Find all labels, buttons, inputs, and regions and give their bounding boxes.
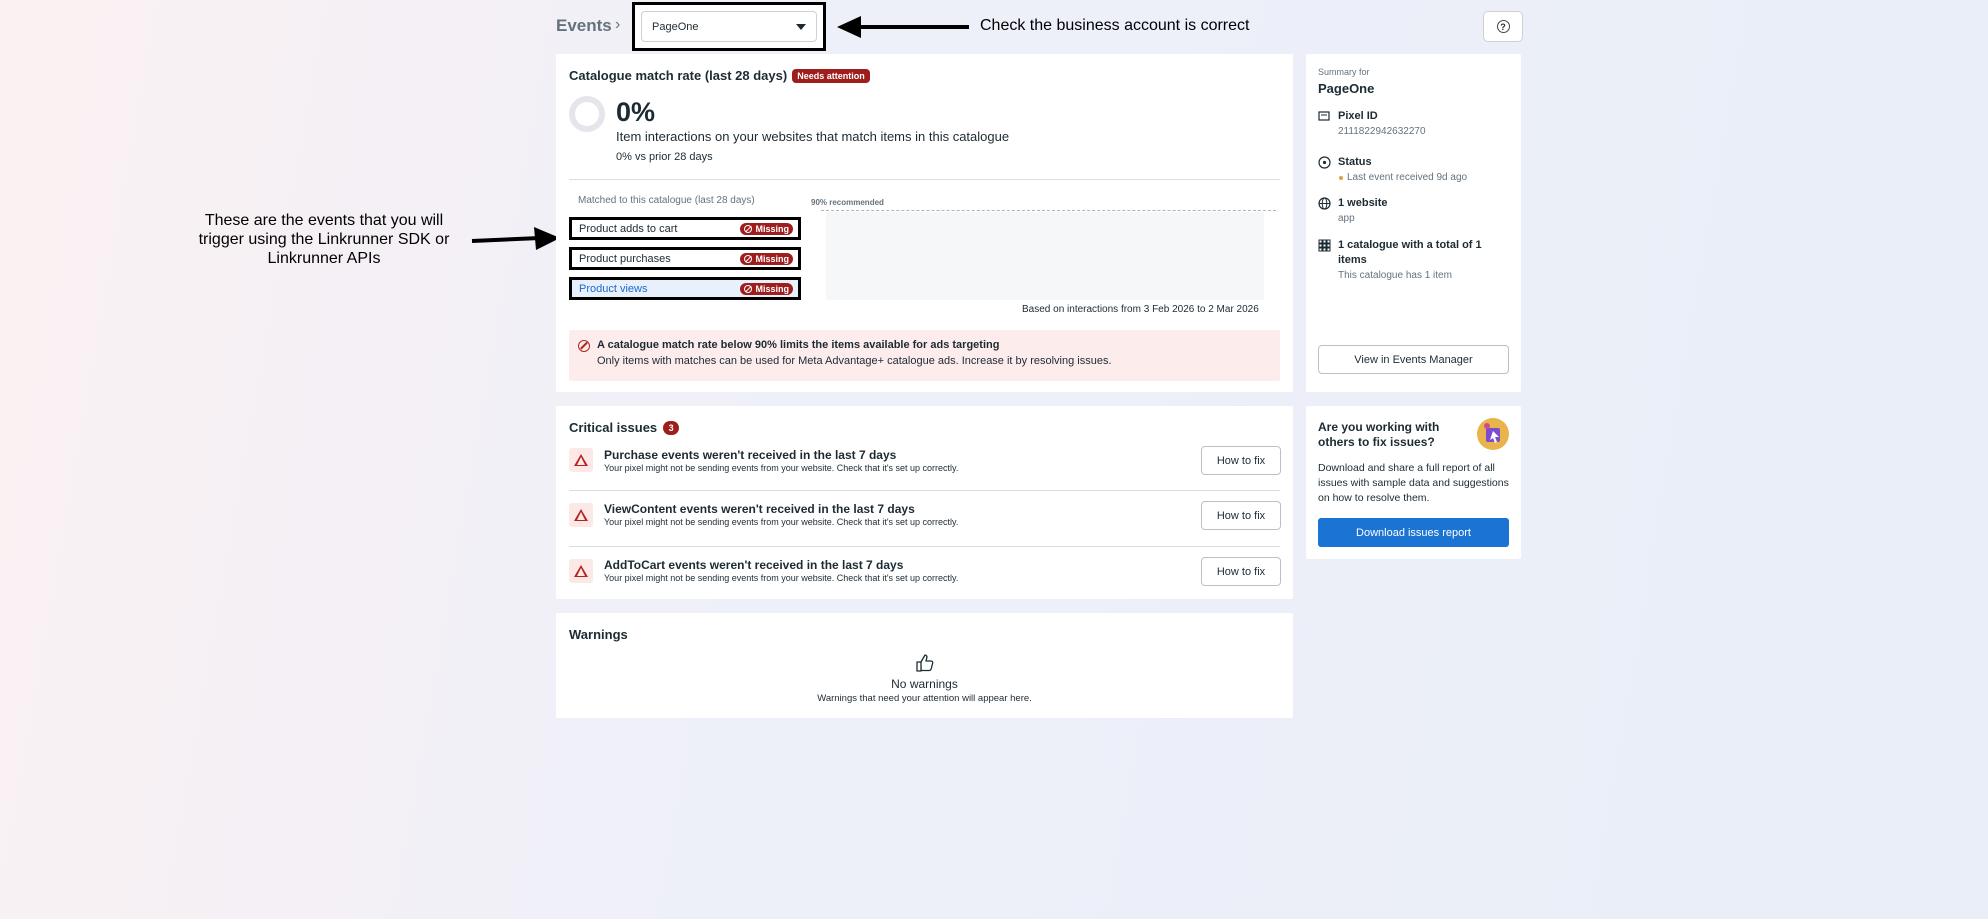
status-badge: Missing xyxy=(740,252,793,265)
help-button[interactable]: ? xyxy=(1483,11,1523,42)
based-on-text: Based on interactions from 3 Feb 2026 to… xyxy=(1022,304,1259,315)
event-row-purchases[interactable]: Product purchases Missing xyxy=(569,247,801,270)
catalogue-value: This catalogue has 1 item xyxy=(1338,270,1452,281)
match-chart-area xyxy=(826,212,1264,300)
account-selector-value: PageOne xyxy=(652,20,699,33)
needs-attention-badge: Needs attention xyxy=(792,68,870,83)
match-alert: A catalogue match rate below 90% limits … xyxy=(569,330,1280,381)
summary-name: PageOne xyxy=(1318,81,1375,96)
divider xyxy=(569,179,1280,180)
issue-desc: Your pixel might not be sending events f… xyxy=(604,517,959,527)
warning-icon xyxy=(569,448,593,472)
summary-label: Summary for xyxy=(1318,67,1370,77)
website-value: app xyxy=(1338,213,1355,224)
critical-issues-card: Critical issues 3 Purchase events weren'… xyxy=(556,406,1293,599)
divider xyxy=(569,546,1280,547)
divider xyxy=(569,490,1280,491)
recommended-line xyxy=(821,210,1276,211)
issues-count-badge: 3 xyxy=(663,420,680,435)
help-title: Are you working with others to fix issue… xyxy=(1318,420,1440,449)
catalogue-match-card: Catalogue match rate (last 28 days) Need… xyxy=(556,54,1293,392)
annotation-arrow-icon xyxy=(471,227,560,250)
status-label: Status xyxy=(1338,156,1372,168)
status-value: Last event received 9d ago xyxy=(1347,172,1468,183)
catalogue-label: 1 catalogue with a total of 1 items xyxy=(1338,239,1482,266)
annotation-account-text: Check the business account is correct xyxy=(980,17,1250,34)
status-label: Missing xyxy=(755,253,789,264)
pixel-id: 2111822942632270 xyxy=(1338,126,1426,137)
summary-card: Summary for PageOne Pixel ID 21118229426… xyxy=(1306,54,1521,392)
no-warnings-body: Warnings that need your attention will a… xyxy=(817,693,1032,704)
caret-down-icon xyxy=(796,23,806,30)
blocked-icon xyxy=(744,284,753,293)
page-title: Events xyxy=(556,16,612,35)
recommended-label: 90% recommended xyxy=(811,198,884,207)
issue-row: Purchase events weren't received in the … xyxy=(569,446,1281,496)
issue-row: ViewContent events weren't received in t… xyxy=(569,501,1281,542)
annotation-events-text: These are the events that you will trigg… xyxy=(198,212,450,267)
breadcrumb-chevron-icon: › xyxy=(615,16,621,33)
status-label: Missing xyxy=(755,223,789,234)
issue-title: Purchase events weren't received in the … xyxy=(604,448,897,462)
annotation-arrow-icon xyxy=(837,16,969,38)
issue-title: AddToCart events weren't received in the… xyxy=(604,558,904,572)
match-comparison: 0% vs prior 28 days xyxy=(616,151,713,163)
event-label: Product adds to cart xyxy=(579,222,678,235)
issue-desc: Your pixel might not be sending events f… xyxy=(604,463,959,473)
event-label: Product views xyxy=(579,282,648,295)
thumbs-up-icon xyxy=(915,653,935,678)
question-icon: ? xyxy=(1496,20,1510,33)
how-to-fix-button[interactable]: How to fix xyxy=(1201,557,1281,586)
match-title: Catalogue match rate (last 28 days) xyxy=(569,68,788,83)
warnings-title: Warnings xyxy=(569,627,628,642)
event-row-views[interactable]: Product views Missing xyxy=(569,277,801,300)
status-icon xyxy=(1318,156,1331,169)
issue-title: ViewContent events weren't received in t… xyxy=(604,502,915,516)
no-warnings-title: No warnings xyxy=(891,677,958,691)
issue-desc: Your pixel might not be sending events f… xyxy=(604,573,959,583)
match-rate-ring xyxy=(569,96,605,132)
collaboration-illustration-icon xyxy=(1477,418,1509,450)
status-badge: Missing xyxy=(740,282,793,295)
match-description: Item interactions on your websites that … xyxy=(616,129,1010,144)
website-label: 1 website xyxy=(1338,197,1388,209)
status-dot xyxy=(1339,176,1343,180)
pixel-icon xyxy=(1318,110,1330,122)
pixel-label: Pixel ID xyxy=(1338,110,1378,122)
alert-body: Only items with matches can be used for … xyxy=(597,355,1112,367)
event-label: Product purchases xyxy=(579,252,671,265)
how-to-fix-button[interactable]: How to fix xyxy=(1201,446,1281,475)
status-badge: Missing xyxy=(740,222,793,235)
warning-icon xyxy=(569,559,593,583)
blocked-icon xyxy=(578,340,590,352)
event-row-adds-to-cart[interactable]: Product adds to cart Missing xyxy=(569,217,801,240)
help-body: Download and share a full report of all … xyxy=(1318,462,1509,504)
status-label: Missing xyxy=(755,283,789,294)
account-selector[interactable]: PageOne xyxy=(641,11,817,42)
blocked-icon xyxy=(744,254,753,263)
event-list: Product adds to cart Missing Product pur… xyxy=(569,217,801,300)
catalogue-grid-icon xyxy=(1318,239,1331,252)
issues-report-card: Are you working with others to fix issue… xyxy=(1306,406,1521,559)
warnings-card: Warnings No warnings Warnings that need … xyxy=(556,613,1293,718)
issue-row: AddToCart events weren't received in the… xyxy=(569,557,1281,598)
alert-title: A catalogue match rate below 90% limits … xyxy=(597,339,1000,351)
issues-title: Critical issues xyxy=(569,420,658,435)
view-in-events-manager-button[interactable]: View in Events Manager xyxy=(1318,345,1509,374)
how-to-fix-button[interactable]: How to fix xyxy=(1201,501,1281,530)
warning-icon xyxy=(569,503,593,527)
blocked-icon xyxy=(744,224,753,233)
account-selector-highlight: PageOne xyxy=(632,2,826,51)
download-issues-report-button[interactable]: Download issues report xyxy=(1318,518,1509,547)
events-heading: Matched to this catalogue (last 28 days) xyxy=(578,195,755,206)
globe-icon xyxy=(1318,197,1331,210)
match-percent: 0% xyxy=(616,97,656,127)
